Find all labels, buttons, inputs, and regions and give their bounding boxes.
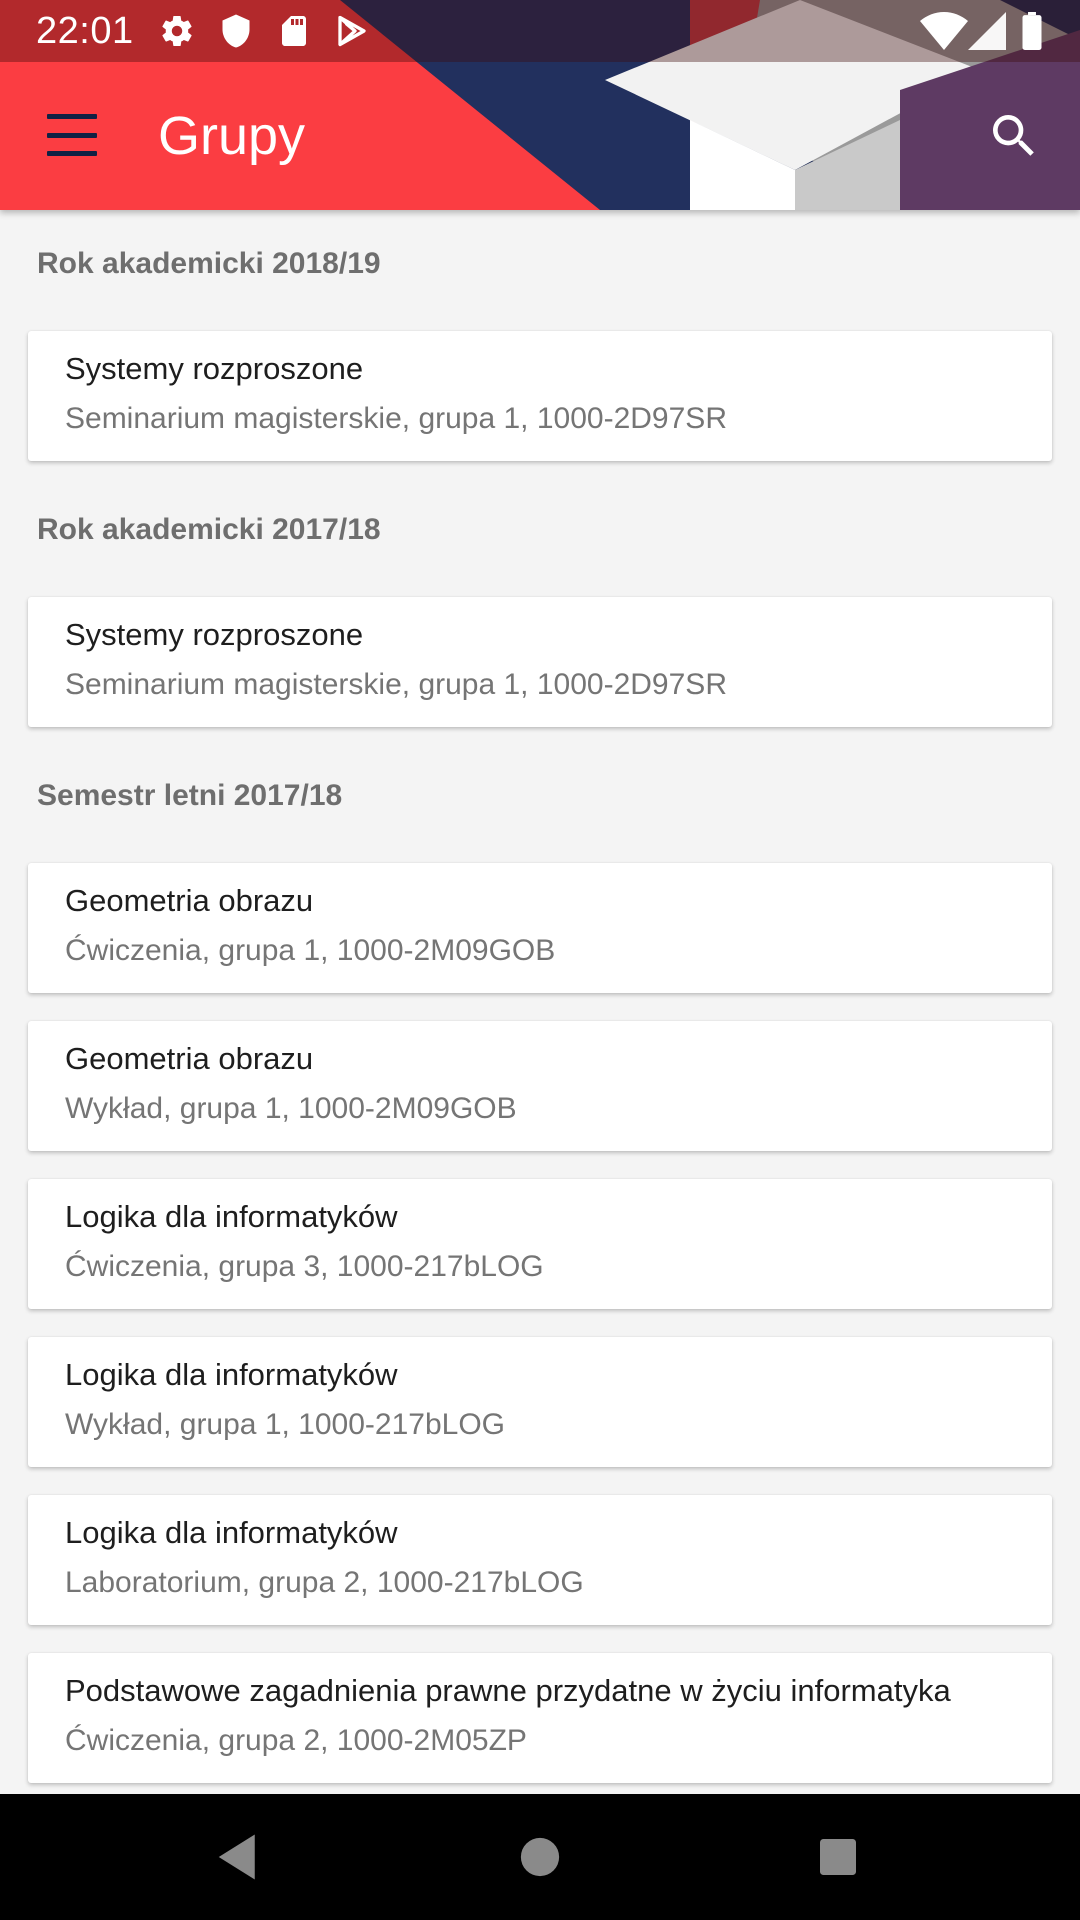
back-icon[interactable] [212,1830,266,1884]
menu-icon-line [47,151,97,156]
list-item[interactable]: Logika dla informatyków Ćwiczenia, grupa… [28,1179,1052,1309]
list-item[interactable]: Podstawowe zagadnienia prawne przydatne … [28,1653,1052,1783]
gear-icon [162,16,192,47]
home-icon[interactable] [513,1830,567,1884]
shield-icon [222,14,250,48]
item-title: Logika dla informatyków [65,1199,398,1234]
item-title: Logika dla informatyków [65,1515,398,1550]
section-header: Semestr letni 2017/18 [37,779,343,812]
signal-icon [968,12,1006,50]
item-title: Geometria obrazu [65,883,314,918]
section-header: Rok akademicki 2018/19 [37,247,381,280]
item-subtitle: Ćwiczenia, grupa 1, 1000-2M09GOB [65,934,556,967]
item-subtitle: Seminarium magisterskie, grupa 1, 1000-2… [65,668,727,701]
menu-icon-line [47,132,97,138]
menu-button[interactable] [44,110,100,160]
item-subtitle: Ćwiczenia, grupa 2, 1000-2M05ZP [65,1724,527,1757]
page-title: Grupy [158,106,306,166]
recents-icon[interactable] [811,1830,865,1884]
list-item[interactable]: Logika dla informatyków Laboratorium, gr… [28,1495,1052,1625]
item-subtitle: Seminarium magisterskie, grupa 1, 1000-2… [65,402,727,435]
list-item[interactable]: Geometria obrazu Ćwiczenia, grupa 1, 100… [28,863,1052,993]
search-icon[interactable] [986,108,1042,164]
item-subtitle: Ćwiczenia, grupa 3, 1000-217bLOG [65,1250,544,1283]
app-header: 22:01 Grupy [0,0,1080,210]
wifi-icon [920,12,968,50]
item-subtitle: Laboratorium, grupa 2, 1000-217bLOG [65,1566,584,1599]
play-store-icon [338,15,366,47]
item-subtitle: Wykład, grupa 1, 1000-2M09GOB [65,1092,517,1125]
list-item[interactable]: Systemy rozproszone Seminarium magisters… [28,331,1052,461]
status-bar: 22:01 [0,0,1080,62]
item-subtitle: Wykład, grupa 1, 1000-217bLOG [65,1408,505,1441]
item-title: Systemy rozproszone [65,351,364,386]
navigation-bar [0,1794,1080,1920]
section-header: Rok akademicki 2017/18 [37,513,381,546]
group-list: Rok akademicki 2018/19 Systemy rozproszo… [0,210,1080,1794]
list-item[interactable]: Systemy rozproszone Seminarium magisters… [28,597,1052,727]
list-item[interactable]: Logika dla informatyków Wykład, grupa 1,… [28,1337,1052,1467]
battery-icon [1022,12,1042,50]
status-time: 22:01 [36,10,134,52]
item-title: Systemy rozproszone [65,617,364,652]
menu-icon-line [47,114,97,119]
item-title: Podstawowe zagadnienia prawne przydatne … [65,1673,951,1708]
item-title: Geometria obrazu [65,1041,314,1076]
item-title: Logika dla informatyków [65,1357,398,1392]
sd-card-icon [282,16,306,46]
list-item[interactable]: Geometria obrazu Wykład, grupa 1, 1000-2… [28,1021,1052,1151]
